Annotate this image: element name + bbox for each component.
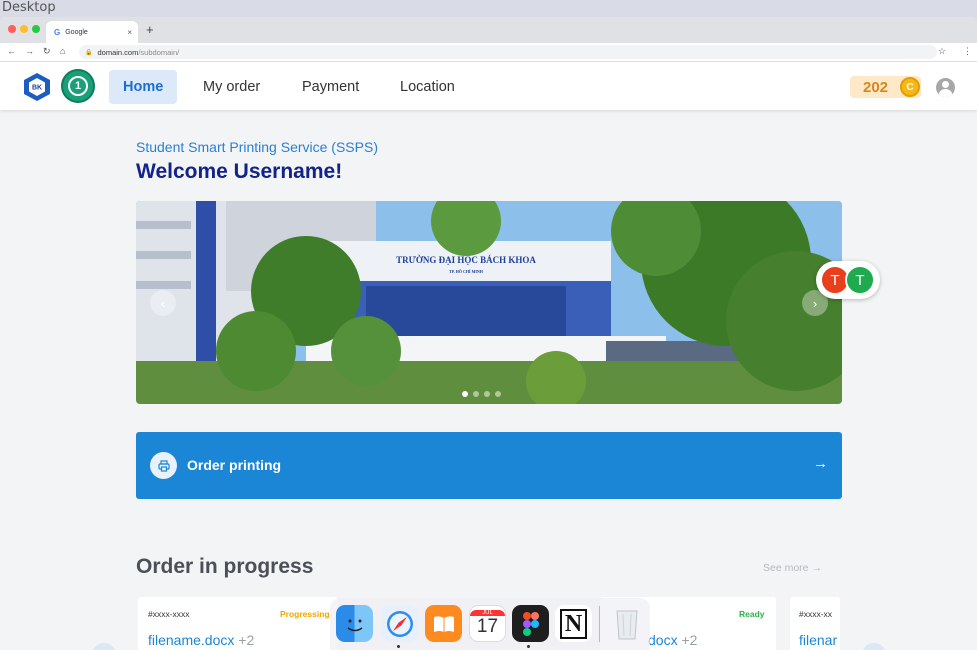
overlay-avatar: T xyxy=(845,265,875,295)
app-header: BK 1 Home My order Payment Location 202 … xyxy=(0,62,977,110)
service-subtitle: Student Smart Printing Service (SSPS) xyxy=(136,139,378,155)
back-icon[interactable]: ← xyxy=(7,46,16,56)
welcome-heading: Welcome Username! xyxy=(136,160,343,183)
kebab-menu-icon[interactable]: ⋮ xyxy=(963,46,972,57)
address-bar-row: ← → ↻ ⌂ 🔒 domain.com/subdomain/ ☆ ⋮ xyxy=(0,43,977,62)
order-printing-label: Order printing xyxy=(187,457,282,473)
desktop-label: Desktop xyxy=(2,0,56,15)
bk-logo[interactable]: BK xyxy=(22,72,52,102)
building-sign-sub: TP. HỒ CHÍ MINH xyxy=(449,269,484,274)
running-indicator xyxy=(397,645,400,648)
new-tab-button[interactable]: + xyxy=(146,22,154,37)
order-id: #xxxx-xx xyxy=(799,609,833,619)
calendar-day: 17 xyxy=(476,615,499,637)
coin-balance-value: 202 xyxy=(863,78,889,96)
forward-icon[interactable]: → xyxy=(25,46,34,56)
carousel-dot[interactable] xyxy=(462,391,468,397)
building-sign: TRƯỜNG ĐẠI HỌC BÁCH KHOA xyxy=(396,255,536,265)
macos-dock: JUL 17 N xyxy=(330,598,650,650)
home-icon[interactable]: ⌂ xyxy=(60,46,65,56)
nav-location[interactable]: Location xyxy=(386,70,469,104)
tab-title: Google xyxy=(65,28,88,36)
order-id: #xxxx-xxxx xyxy=(148,609,190,619)
user-avatar-icon[interactable] xyxy=(936,78,955,97)
safari-app-icon[interactable] xyxy=(381,605,418,642)
url-domain: domain.com xyxy=(97,47,139,57)
orders-prev-button[interactable] xyxy=(92,643,116,650)
carousel-dot[interactable] xyxy=(484,391,490,397)
order-card[interactable]: #xxxx-xx filenar xyxy=(790,597,840,650)
notion-app-icon[interactable]: N xyxy=(555,605,592,642)
nav-home[interactable]: Home xyxy=(109,70,178,104)
carousel-dot[interactable] xyxy=(473,391,479,397)
order-filename: filename.docx +2 xyxy=(148,632,255,648)
overlay-avatar-bubble[interactable]: T T xyxy=(816,261,880,299)
close-tab-icon[interactable]: × xyxy=(127,28,132,37)
bk-logo-text: BK xyxy=(32,85,42,92)
printer-icon xyxy=(150,452,177,479)
nav-my-order[interactable]: My order xyxy=(189,70,274,104)
coin-balance[interactable]: 202 C xyxy=(850,76,921,98)
order-printing-button[interactable]: Order printing → xyxy=(136,432,842,499)
orders-section-title: Order in progress xyxy=(136,555,314,578)
order-card[interactable]: #xxxx-xxxx Progressing filename.docx +2 xyxy=(138,597,338,650)
carousel-dots xyxy=(462,391,501,397)
tab-strip: G Google × + xyxy=(0,17,977,43)
figma-app-icon[interactable] xyxy=(512,605,549,642)
carousel-dot[interactable] xyxy=(495,391,501,397)
trash-icon[interactable] xyxy=(608,605,645,642)
campus-building-image: TRƯỜNG ĐẠI HỌC BÁCH KHOA TP. HỒ CHÍ MINH xyxy=(136,201,842,404)
coin-icon: C xyxy=(900,77,920,97)
nav-payment[interactable]: Payment xyxy=(288,70,373,104)
google-icon: G xyxy=(54,27,61,37)
lock-icon: 🔒 xyxy=(85,49,93,56)
finder-app-icon[interactable] xyxy=(336,605,373,642)
order-status-badge: Ready xyxy=(739,609,765,619)
running-indicator xyxy=(527,645,530,648)
arrow-right-icon: → xyxy=(813,455,828,472)
books-app-icon[interactable] xyxy=(425,605,462,642)
browser-tab[interactable]: G Google × xyxy=(46,21,138,43)
hero-carousel[interactable]: TRƯỜNG ĐẠI HỌC BÁCH KHOA TP. HỒ CHÍ MINH… xyxy=(136,201,842,404)
url-input[interactable]: 🔒 domain.com/subdomain/ xyxy=(79,45,937,59)
url-path: /subdomain/ xyxy=(138,47,180,57)
university-seal-logo: 1 xyxy=(61,69,95,103)
order-filename: filenar xyxy=(799,632,838,648)
reload-icon[interactable]: ↻ xyxy=(43,46,51,57)
carousel-prev-button[interactable]: ‹ xyxy=(150,290,176,316)
notion-glyph: N xyxy=(559,608,588,639)
maximize-window-button[interactable] xyxy=(32,25,40,33)
calendar-app-icon[interactable]: JUL 17 xyxy=(469,605,506,642)
orders-next-button[interactable] xyxy=(862,643,886,650)
order-status-badge: Progressing xyxy=(280,609,330,619)
seal-number: 1 xyxy=(68,76,88,96)
bookmark-star-icon[interactable]: ☆ xyxy=(938,46,946,57)
minimize-window-button[interactable] xyxy=(20,25,28,33)
close-window-button[interactable] xyxy=(8,25,16,33)
dock-separator xyxy=(599,606,600,642)
browser-window: G Google × + ← → ↻ ⌂ 🔒 domain.com/subdom… xyxy=(0,17,977,650)
see-more-link[interactable]: See more → xyxy=(763,562,822,574)
order-filename: docx +2 xyxy=(648,632,698,648)
